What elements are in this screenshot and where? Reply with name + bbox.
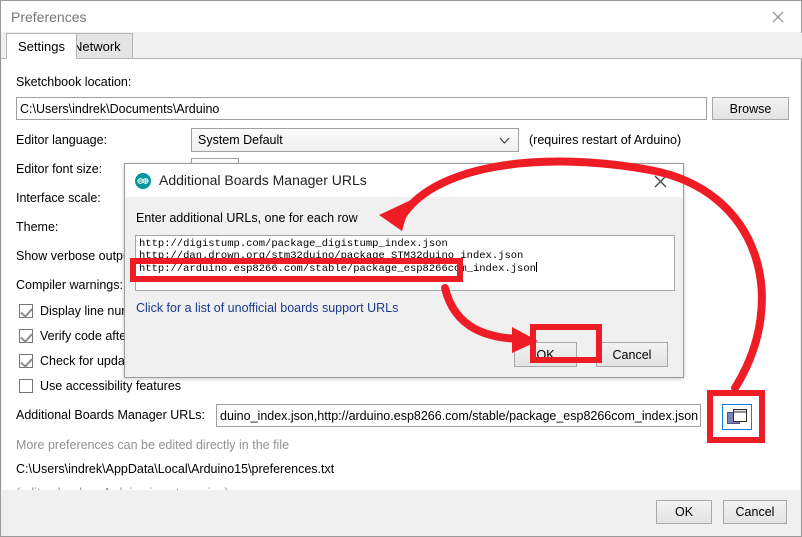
theme-label: Theme:: [16, 220, 58, 234]
preferences-file-path: C:\Users\indrek\AppData\Local\Arduino15\…: [16, 462, 334, 476]
url-line: http://digistump.com/package_digistump_i…: [136, 238, 674, 250]
sketchbook-location-label: Sketchbook location:: [16, 75, 131, 89]
more-preferences-note: More preferences can be edited directly …: [16, 438, 289, 452]
window-title: Preferences: [11, 9, 86, 25]
tabstrip-underline: [1, 58, 802, 59]
additional-urls-input[interactable]: duino_index.json,http://arduino.esp8266.…: [216, 404, 701, 427]
window-titlebar: Preferences: [1, 1, 801, 33]
tab-settings[interactable]: Settings: [6, 33, 77, 59]
checkbox-box: [19, 354, 33, 368]
window-footer: OK Cancel: [2, 490, 800, 535]
editor-language-value: System Default: [198, 133, 283, 147]
unofficial-boards-list-link[interactable]: Click for a list of unofficial boards su…: [136, 301, 398, 315]
window-cascade-icon[interactable]: [722, 404, 752, 430]
close-icon[interactable]: [755, 1, 801, 32]
additional-boards-manager-urls-dialog: Additional Boards Manager URLs Enter add…: [124, 163, 684, 378]
close-icon[interactable]: [643, 168, 677, 194]
url-line: http://dan.drown.org/stm32duino/package_…: [136, 250, 674, 262]
compiler-warnings-label: Compiler warnings:: [16, 278, 123, 292]
editor-language-note: (requires restart of Arduino): [529, 133, 681, 147]
dialog-titlebar: Additional Boards Manager URLs: [125, 164, 683, 197]
checkbox-label: Use accessibility features: [40, 379, 181, 393]
sketchbook-location-input[interactable]: C:\Users\indrek\Documents\Arduino: [16, 97, 707, 120]
checkbox-box: [19, 379, 33, 393]
chevron-down-icon: [499, 133, 510, 147]
editor-language-label: Editor language:: [16, 133, 107, 147]
checkbox-use-accessibility-features[interactable]: Use accessibility features: [19, 379, 181, 393]
tabstrip: Settings Network: [1, 33, 802, 59]
text-caret: [536, 262, 537, 272]
editor-font-size-label: Editor font size:: [16, 162, 102, 176]
arduino-logo-icon: [135, 173, 151, 189]
dialog-ok-button[interactable]: OK: [514, 342, 577, 367]
browse-button[interactable]: Browse: [712, 97, 789, 120]
cancel-button[interactable]: Cancel: [723, 500, 787, 524]
interface-scale-label: Interface scale:: [16, 191, 101, 205]
dialog-body: Enter additional URLs, one for each row …: [125, 197, 683, 333]
urls-textarea[interactable]: http://digistump.com/package_digistump_i…: [135, 235, 675, 291]
dialog-footer: OK Cancel: [125, 333, 683, 377]
dialog-prompt: Enter additional URLs, one for each row: [136, 211, 358, 225]
editor-language-select[interactable]: System Default: [191, 128, 519, 152]
ok-button[interactable]: OK: [656, 500, 712, 524]
url-line-active: http://arduino.esp8266.com/stable/packag…: [136, 262, 674, 275]
additional-urls-label: Additional Boards Manager URLs:: [16, 408, 205, 422]
checkbox-box: [19, 329, 33, 343]
checkbox-box: [19, 304, 33, 318]
dialog-cancel-button[interactable]: Cancel: [596, 342, 668, 367]
dialog-title: Additional Boards Manager URLs: [159, 172, 367, 188]
